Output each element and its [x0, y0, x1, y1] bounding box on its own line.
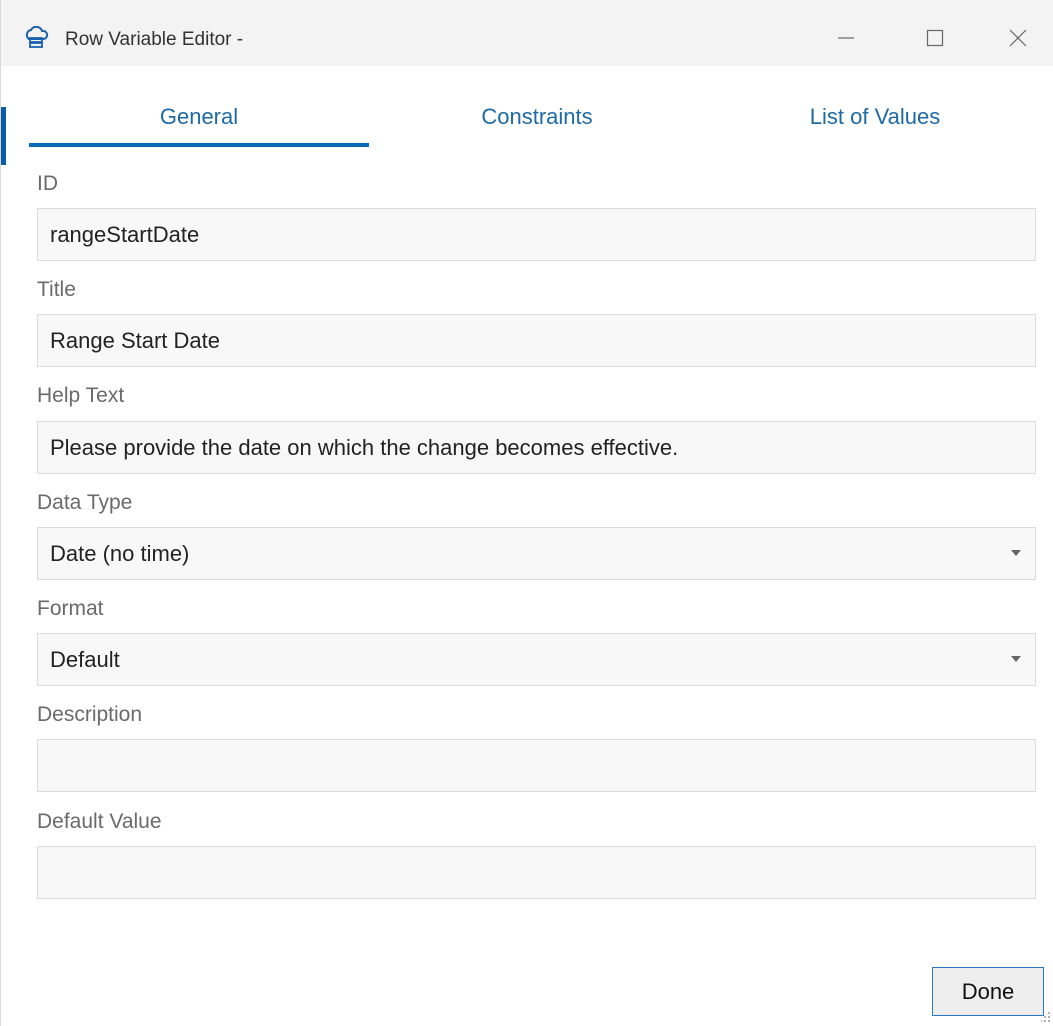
window-title: Row Variable Editor -: [65, 29, 244, 50]
help-text-field[interactable]: Please provide the date on which the cha…: [37, 421, 1036, 474]
help-text-label: Help Text: [37, 384, 125, 407]
format-dropdown[interactable]: Default: [37, 633, 1036, 686]
title-bar[interactable]: Row Variable Editor -: [1, 0, 1053, 66]
tab-list-of-values[interactable]: List of Values: [705, 104, 1045, 136]
format-value: Default: [50, 647, 120, 672]
format-label: Format: [37, 597, 104, 620]
default-value-field[interactable]: [37, 846, 1036, 899]
tab-constraints[interactable]: Constraints: [369, 104, 705, 136]
maximize-button[interactable]: [912, 18, 958, 58]
data-type-dropdown[interactable]: Date (no time): [37, 527, 1036, 580]
id-field[interactable]: rangeStartDate: [37, 208, 1036, 261]
focus-accent-bar: [1, 107, 6, 165]
data-type-value: Date (no time): [50, 541, 190, 566]
chevron-down-icon: [1011, 656, 1021, 662]
id-label: ID: [37, 172, 58, 195]
minimize-icon: [838, 37, 854, 39]
minimize-button[interactable]: [823, 18, 869, 58]
close-button[interactable]: [995, 18, 1041, 58]
default-value-label: Default Value: [37, 810, 162, 833]
description-field[interactable]: [37, 739, 1036, 792]
description-label: Description: [37, 703, 143, 726]
data-type-label: Data Type: [37, 491, 133, 514]
title-field[interactable]: Range Start Date: [37, 314, 1036, 367]
selected-tab-indicator: [29, 143, 369, 147]
cloud-stack-icon: [23, 25, 49, 50]
row-variable-editor-window: Row Variable Editor - General Constraint…: [0, 0, 1053, 1026]
close-icon: [1009, 29, 1027, 47]
done-button[interactable]: Done: [932, 967, 1044, 1016]
chevron-down-icon: [1011, 550, 1021, 556]
resize-grip-icon[interactable]: [1041, 1010, 1051, 1022]
maximize-icon: [926, 29, 944, 47]
title-label: Title: [37, 278, 76, 301]
tab-general[interactable]: General: [29, 104, 369, 136]
